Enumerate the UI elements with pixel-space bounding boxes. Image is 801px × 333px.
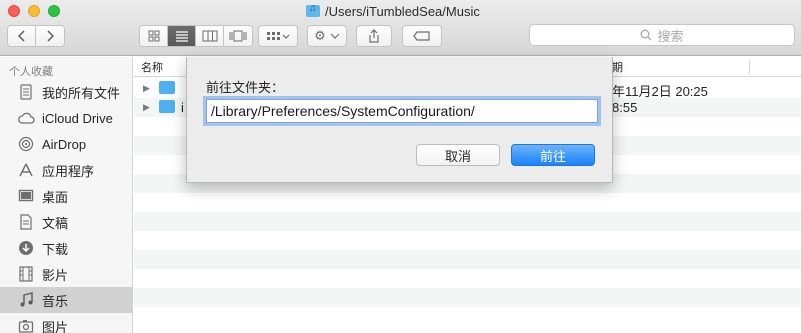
column-header-name[interactable]: 名称 — [141, 59, 163, 75]
documents-icon — [17, 213, 35, 231]
sidebar-item-label: 下载 — [42, 241, 69, 257]
sidebar-item-label: 图片 — [42, 319, 69, 333]
icon-view-button[interactable] — [140, 26, 168, 46]
sidebar-item-downloads[interactable]: 下载 — [0, 235, 133, 261]
minimize-window-button[interactable] — [28, 5, 40, 17]
disclosure-triangle-icon[interactable]: ▶ — [143, 102, 150, 113]
sidebar: 个人收藏 我的所有文件 iCloud Drive AirDrop 应用程序 桌面… — [0, 57, 133, 333]
download-icon — [17, 239, 35, 257]
sidebar-item-movies[interactable]: 影片 — [0, 261, 133, 287]
applications-icon — [17, 161, 35, 179]
column-view-icon — [202, 30, 217, 42]
chevron-down-icon — [330, 33, 340, 39]
list-view-button[interactable] — [168, 26, 196, 46]
view-mode-control — [139, 25, 253, 47]
cancel-button[interactable]: 取消 — [416, 144, 500, 166]
sidebar-item-label: 我的所有文件 — [42, 85, 121, 101]
forward-button[interactable] — [36, 26, 64, 46]
cover-flow-view-button[interactable] — [224, 26, 252, 46]
empty-row — [134, 231, 801, 250]
zoom-window-button[interactable] — [48, 5, 60, 17]
sidebar-item-label: 音乐 — [42, 293, 69, 309]
airdrop-icon — [17, 135, 35, 153]
back-forward-control — [7, 25, 65, 47]
search-icon — [641, 29, 652, 41]
tag-icon — [413, 31, 430, 41]
gear-icon: ⚙ — [314, 28, 326, 43]
column-divider[interactable] — [749, 60, 750, 74]
dialog-label: 前往文件夹： — [206, 80, 285, 95]
empty-row — [134, 269, 801, 288]
chevron-left-icon — [17, 30, 25, 42]
sidebar-item-music[interactable]: 音乐 — [0, 287, 133, 313]
arrange-grid-icon — [267, 32, 290, 40]
movies-icon — [17, 265, 35, 283]
empty-row — [134, 288, 801, 307]
empty-row — [134, 212, 801, 231]
file-date: 8:55 — [612, 100, 638, 115]
sidebar-item-all-files[interactable]: 我的所有文件 — [0, 79, 133, 105]
go-to-folder-dialog: 前往文件夹： 取消 前往 — [186, 57, 613, 183]
empty-row — [134, 193, 801, 212]
pictures-icon — [17, 317, 35, 333]
disclosure-triangle-icon[interactable]: ▶ — [143, 83, 150, 94]
folder-icon — [159, 81, 175, 94]
file-name: i — [181, 100, 184, 115]
action-button[interactable]: ⚙ — [307, 25, 347, 47]
chevron-right-icon — [47, 30, 55, 42]
column-view-button[interactable] — [196, 26, 224, 46]
list-view-icon — [175, 31, 188, 42]
sidebar-item-documents[interactable]: 文稿 — [0, 209, 133, 235]
share-icon — [369, 29, 379, 43]
sidebar-item-label: 影片 — [42, 267, 69, 283]
search-placeholder: 搜索 — [657, 28, 684, 44]
window-title: /Users/iTumbledSea/Music — [306, 3, 480, 19]
music-folder-icon — [306, 3, 320, 17]
empty-row — [134, 250, 801, 269]
sidebar-item-icloud[interactable]: iCloud Drive — [0, 105, 133, 131]
close-window-button[interactable] — [8, 5, 20, 17]
tag-button[interactable] — [402, 25, 442, 47]
sidebar-section-favorites: 个人收藏 — [9, 66, 53, 78]
sidebar-item-label: AirDrop — [42, 136, 87, 152]
sidebar-item-label: 桌面 — [42, 189, 69, 205]
all-files-icon — [17, 83, 35, 101]
cloud-icon — [17, 109, 35, 127]
folder-icon — [159, 100, 175, 113]
desktop-icon — [17, 187, 35, 205]
toolbar: /Users/iTumbledSea/Music — [0, 0, 801, 56]
music-icon — [17, 291, 35, 309]
cover-flow-icon — [229, 30, 247, 42]
back-button[interactable] — [8, 26, 36, 46]
share-button[interactable] — [356, 25, 392, 47]
arrange-button[interactable] — [258, 25, 298, 47]
sidebar-item-applications[interactable]: 应用程序 — [0, 157, 133, 183]
go-button[interactable]: 前往 — [511, 144, 595, 166]
empty-row — [134, 307, 801, 326]
icon-view-icon — [148, 30, 159, 42]
sidebar-item-airdrop[interactable]: AirDrop — [0, 131, 133, 157]
finder-window: /Users/iTumbledSea/Music — [0, 0, 801, 333]
search-field[interactable]: 搜索 — [529, 24, 795, 46]
folder-path-input[interactable] — [206, 99, 598, 123]
window-title-text: /Users/iTumbledSea/Music — [325, 3, 480, 19]
sidebar-item-label: iCloud Drive — [42, 110, 113, 126]
sidebar-item-pictures[interactable]: 图片 — [0, 313, 133, 333]
column-header-date[interactable]: 期 — [612, 59, 623, 75]
sidebar-item-label: 文稿 — [42, 215, 69, 231]
sidebar-item-desktop[interactable]: 桌面 — [0, 183, 133, 209]
sidebar-item-label: 应用程序 — [42, 163, 95, 179]
